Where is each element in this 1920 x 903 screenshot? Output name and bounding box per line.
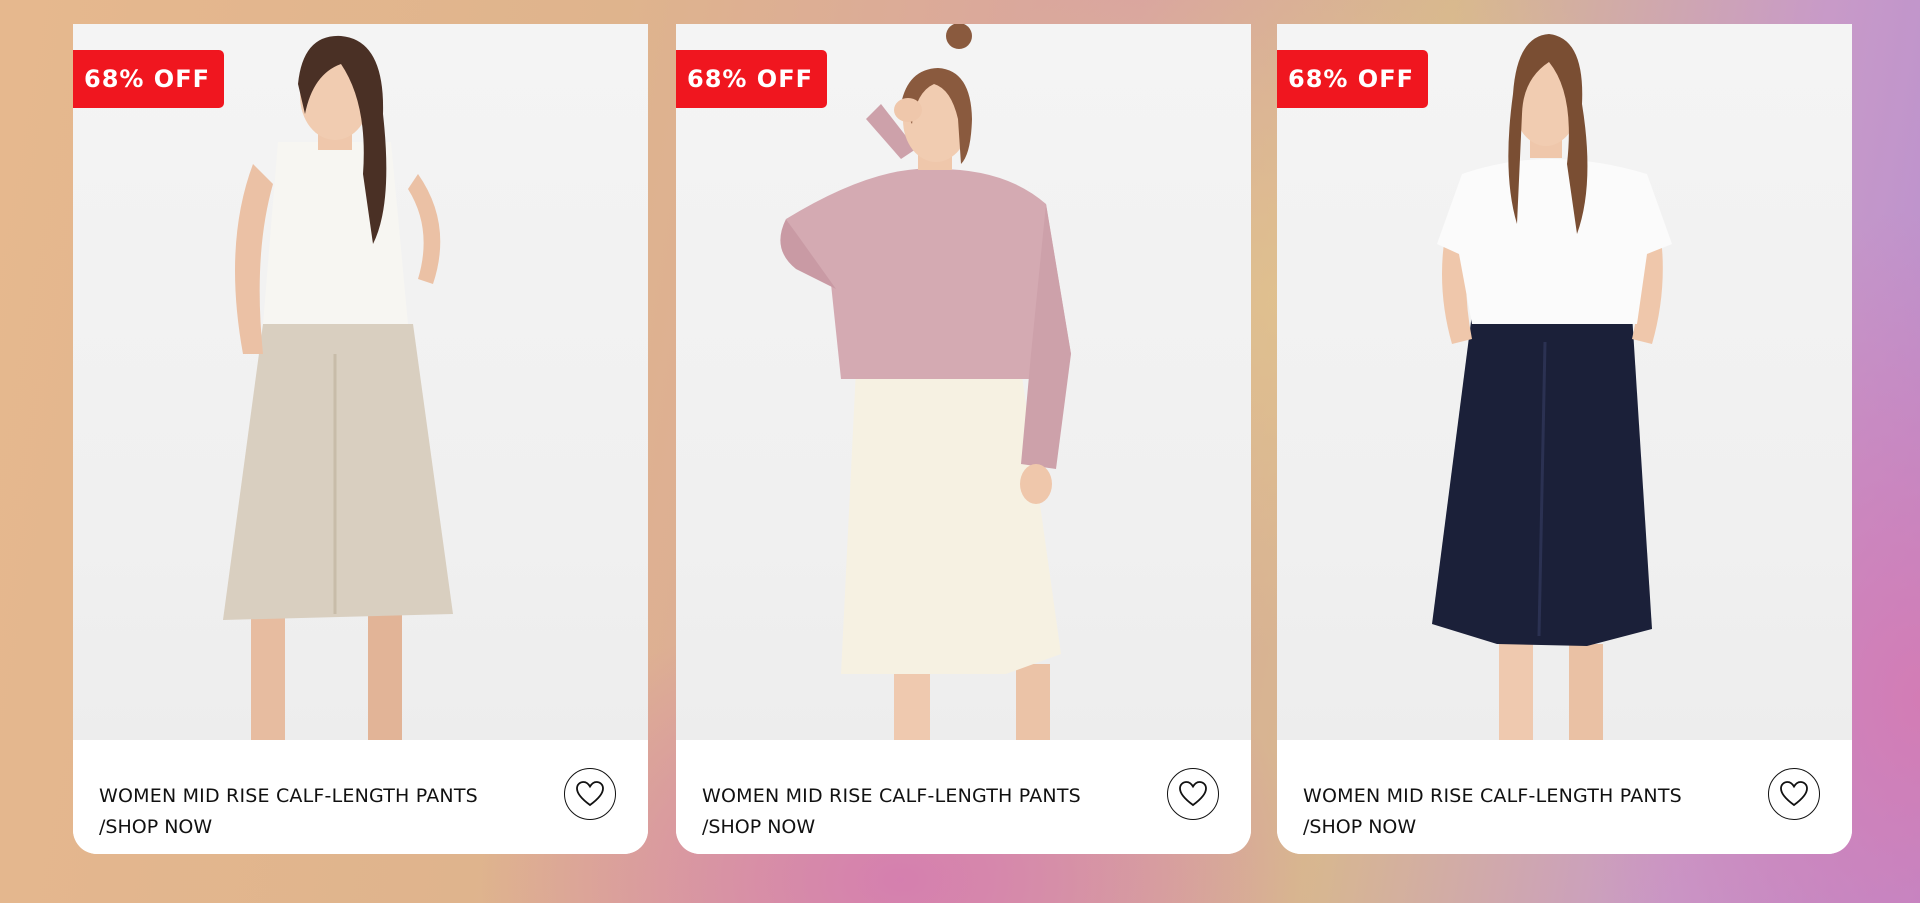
model-illustration	[1432, 34, 1672, 740]
product-info: WOMEN MID RISE CALF-LENGTH PANTS /SHOP N…	[73, 740, 648, 854]
product-image[interactable]: 68% OFF	[676, 24, 1251, 740]
wishlist-button[interactable]	[564, 768, 616, 820]
product-card[interactable]: 68% OFF WOMEN MID RISE CALF-LENGTH PANTS…	[1277, 24, 1852, 854]
wishlist-button[interactable]	[1167, 768, 1219, 820]
product-info: WOMEN MID RISE CALF-LENGTH PANTS /SHOP N…	[676, 740, 1251, 854]
wishlist-button[interactable]	[1768, 768, 1820, 820]
product-title[interactable]: WOMEN MID RISE CALF-LENGTH PANTS	[99, 785, 478, 807]
product-title[interactable]: WOMEN MID RISE CALF-LENGTH PANTS	[702, 785, 1081, 807]
product-title[interactable]: WOMEN MID RISE CALF-LENGTH PANTS	[1303, 785, 1682, 807]
product-card[interactable]: 68% OFF WOMEN MID RISE CALF-LENGTH PANTS…	[73, 24, 648, 854]
heart-outline-icon	[576, 781, 604, 807]
shop-now-link[interactable]: /SHOP NOW	[1303, 816, 1416, 838]
heart-outline-icon	[1179, 781, 1207, 807]
model-illustration	[780, 24, 1071, 740]
product-info: WOMEN MID RISE CALF-LENGTH PANTS /SHOP N…	[1277, 740, 1852, 854]
product-carousel: 68% OFF WOMEN MID RISE CALF-LENGTH PANTS…	[0, 0, 1920, 903]
product-card[interactable]: 68% OFF WOMEN MID RISE CALF-LENGTH PANTS…	[676, 24, 1251, 854]
discount-badge: 68% OFF	[73, 50, 224, 108]
shop-now-link[interactable]: /SHOP NOW	[99, 816, 212, 838]
discount-badge: 68% OFF	[676, 50, 827, 108]
model-illustration	[223, 35, 453, 740]
discount-badge: 68% OFF	[1277, 50, 1428, 108]
heart-outline-icon	[1780, 781, 1808, 807]
shop-now-link[interactable]: /SHOP NOW	[702, 816, 815, 838]
product-image[interactable]: 68% OFF	[73, 24, 648, 740]
product-image[interactable]: 68% OFF	[1277, 24, 1852, 740]
